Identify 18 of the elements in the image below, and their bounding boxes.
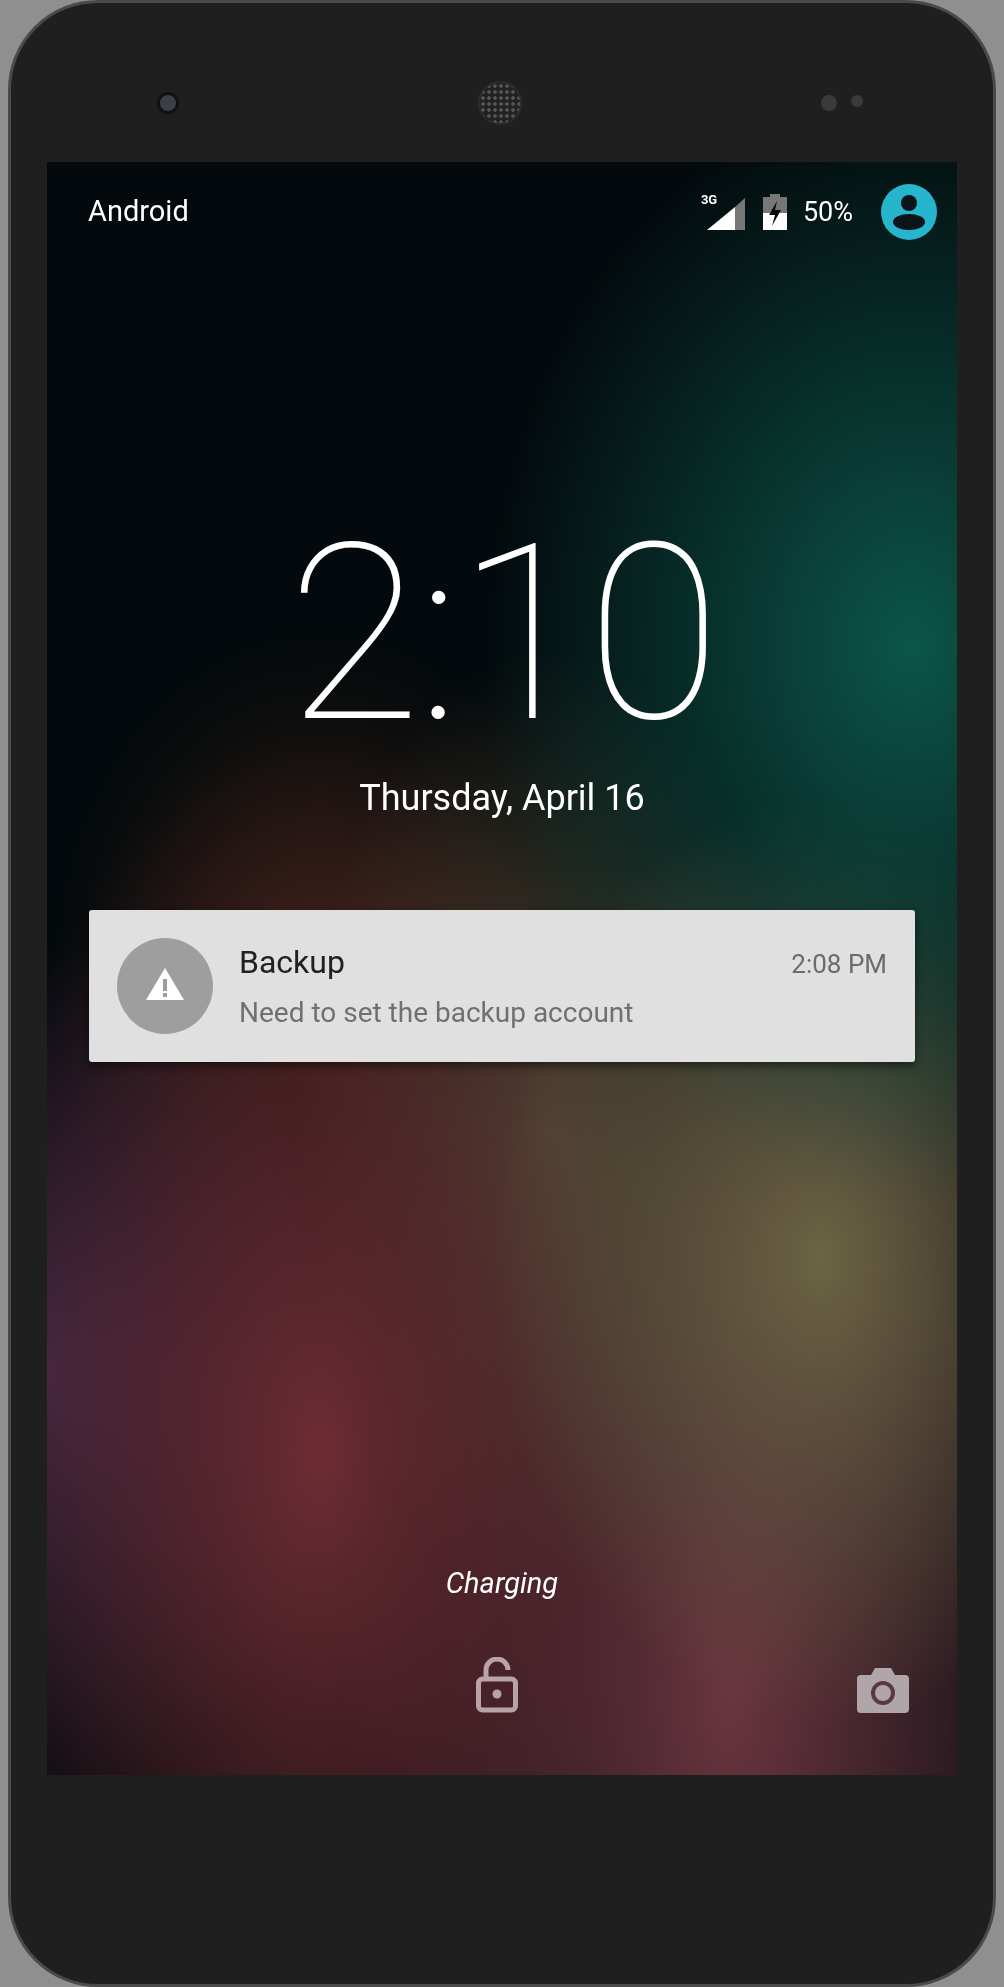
speaker-grille <box>478 80 522 125</box>
sensor <box>821 94 837 111</box>
notification-title: Backup <box>239 942 345 983</box>
notification-card[interactable]: Backup 2:08 PM Need to set the backup account <box>89 910 915 1062</box>
notification-time: 2:08 PM <box>791 948 887 981</box>
carrier-label: Android <box>88 193 189 231</box>
warning-icon <box>117 938 213 1034</box>
camera-icon[interactable] <box>857 1667 909 1713</box>
clock-time: 2:10 <box>287 512 717 757</box>
battery-percent: 50% <box>802 194 853 230</box>
front-camera <box>157 91 179 114</box>
notification-text: Need to set the backup account <box>239 995 635 1031</box>
unlock-icon[interactable] <box>476 1657 518 1713</box>
battery-charging-icon <box>762 194 787 230</box>
clock-date: Thursday, April 16 <box>359 776 645 821</box>
charging-status: Charging <box>445 1564 559 1602</box>
sensor <box>851 94 863 107</box>
user-avatar-icon[interactable] <box>881 184 937 240</box>
